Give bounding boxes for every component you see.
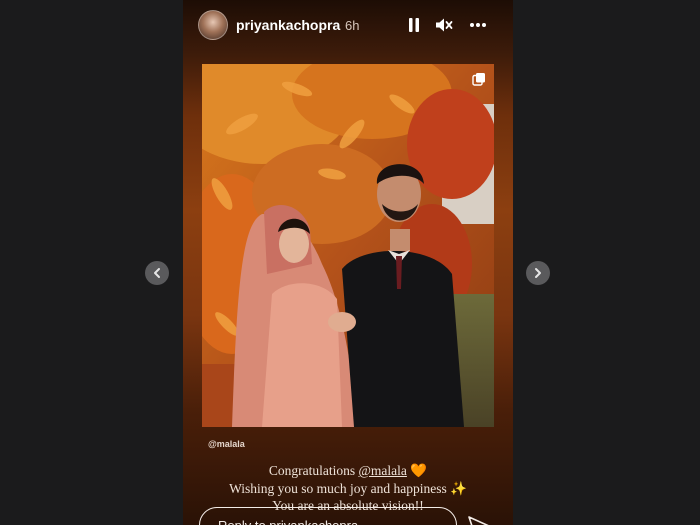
post-time: 6h <box>345 18 360 33</box>
chevron-left-icon <box>154 268 160 278</box>
previous-story-button[interactable] <box>145 261 169 285</box>
avatar[interactable] <box>198 10 228 40</box>
photo-mention-tag[interactable]: @malala <box>208 439 245 449</box>
mute-button[interactable] <box>434 15 454 35</box>
chevron-right-icon <box>535 268 541 278</box>
paper-plane-icon[interactable] <box>467 514 491 525</box>
story-viewer: priyankachopra 6h @malala Congratulation… <box>183 0 513 525</box>
story-header: priyankachopra 6h <box>183 0 513 52</box>
reply-input[interactable]: Reply to priyankachopra... <box>199 507 457 525</box>
caption-text: Congratulations <box>268 463 359 478</box>
next-story-button[interactable] <box>526 261 550 285</box>
speaker-muted-icon <box>436 18 453 32</box>
pause-button[interactable] <box>404 15 424 35</box>
caption-line-2: Wishing you so much joy and happiness ✨ <box>229 481 467 496</box>
multiple-photos-icon <box>472 73 485 86</box>
caption-mention-link[interactable]: @malala <box>359 463 407 478</box>
more-options-button[interactable] <box>468 15 488 35</box>
more-options-icon <box>470 23 486 27</box>
caption-line-1: Congratulations @malala 🧡 <box>183 463 513 479</box>
orange-heart-emoji: 🧡 <box>406 463 428 478</box>
story-photo <box>202 64 494 427</box>
username-link[interactable]: priyankachopra <box>236 17 340 33</box>
pause-icon <box>409 18 419 32</box>
